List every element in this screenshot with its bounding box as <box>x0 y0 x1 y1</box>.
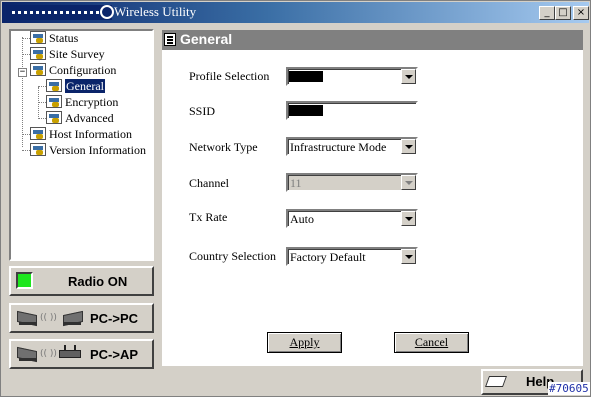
tx-rate-value: Auto <box>290 212 314 226</box>
network-config-icon <box>30 47 46 60</box>
radio-on-label: Radio ON <box>68 274 128 289</box>
tree-item-general[interactable]: General <box>46 79 105 95</box>
tree-item-label: Site Survey <box>49 47 105 61</box>
tree-connector <box>22 134 30 135</box>
close-button[interactable]: × <box>573 6 589 20</box>
tree-item-label: Host Information <box>49 127 132 141</box>
tree-item-encryption[interactable]: Encryption <box>46 95 118 111</box>
network-type-label: Network Type <box>189 140 258 154</box>
tree-item-label: Advanced <box>65 111 114 125</box>
tree-item-configuration[interactable]: Configuration <box>30 63 116 79</box>
tree-item-status[interactable]: Status <box>30 31 78 47</box>
laptop-icon <box>17 347 39 361</box>
country-selection-dropdown[interactable]: Factory Default <box>286 247 418 266</box>
network-type-value: Infrastructure Mode <box>290 140 387 154</box>
document-icon <box>164 33 176 46</box>
tree-item-advanced[interactable]: Advanced <box>46 111 114 127</box>
tree-connector <box>38 102 46 103</box>
maximize-button[interactable]: □ <box>555 6 571 20</box>
ssid-input[interactable] <box>286 101 418 120</box>
tree-item-label: General <box>65 79 105 93</box>
window-title: Wireless Utility <box>114 4 197 19</box>
access-point-icon <box>59 345 81 358</box>
tree-item-label: Status <box>49 31 79 45</box>
masked-ssid-value <box>289 105 323 116</box>
obscured-title-prefix <box>6 5 112 20</box>
chevron-down-icon[interactable] <box>401 69 416 84</box>
profile-selection-label: Profile Selection <box>189 69 270 83</box>
pc-to-pc-button[interactable]: (( )) PC->PC <box>9 303 154 333</box>
figure-id-watermark: #70605 <box>548 382 590 395</box>
title-bar[interactable]: Wireless Utility _ □ × <box>2 2 589 23</box>
panel-header: General <box>162 30 583 50</box>
network-config-icon <box>30 143 46 156</box>
channel-dropdown: 11 <box>286 173 418 192</box>
chevron-down-icon[interactable] <box>401 249 416 264</box>
cancel-label: Cancel <box>414 335 449 349</box>
masked-profile-value <box>289 71 323 82</box>
chevron-down-icon[interactable] <box>401 139 416 154</box>
network-config-icon <box>30 63 46 76</box>
channel-value: 11 <box>290 176 302 190</box>
chevron-down-icon[interactable] <box>401 211 416 226</box>
tree-item-label: Configuration <box>49 63 117 77</box>
tree-item-label: Encryption <box>65 95 119 109</box>
app-logo-icon <box>100 5 114 19</box>
tree-connector <box>22 38 30 39</box>
tree-connector <box>22 54 30 55</box>
pc-to-ap-button[interactable]: (( )) PC->AP <box>9 339 154 369</box>
radio-on-button[interactable]: Radio ON <box>9 266 154 296</box>
tree-connector <box>38 118 46 119</box>
tree-connector <box>38 87 39 119</box>
tx-rate-dropdown[interactable]: Auto <box>286 209 418 228</box>
channel-label: Channel <box>189 176 229 190</box>
wireless-waves-icon: (( )) <box>40 313 57 323</box>
navigation-tree[interactable]: − Status Site Survey Configuration Gener… <box>9 29 154 261</box>
minimize-button[interactable]: _ <box>539 6 555 20</box>
tree-item-host-information[interactable]: Host Information <box>30 127 132 143</box>
tree-item-site-survey[interactable]: Site Survey <box>30 47 105 63</box>
wireless-utility-window: Wireless Utility _ □ × − Status Site Sur… <box>0 0 591 397</box>
general-settings-panel: General Profile Selection SSID Network T… <box>162 30 583 366</box>
network-type-dropdown[interactable]: Infrastructure Mode <box>286 137 418 156</box>
network-config-icon <box>30 127 46 140</box>
apply-label: Apply <box>289 335 320 349</box>
network-config-icon <box>46 111 62 124</box>
configuration-collapse-toggle[interactable]: − <box>18 68 27 77</box>
wireless-waves-icon: (( )) <box>40 349 57 359</box>
network-config-icon <box>46 95 62 108</box>
tree-item-version-information[interactable]: Version Information <box>30 143 146 159</box>
book-icon <box>484 376 508 387</box>
pc-to-ap-label: PC->AP <box>90 347 139 362</box>
ssid-label: SSID <box>189 104 216 118</box>
tree-connector <box>22 150 30 151</box>
apply-button[interactable]: Apply <box>267 332 342 353</box>
laptop-icon <box>17 311 39 325</box>
pc-to-pc-label: PC->PC <box>90 311 139 326</box>
tx-rate-label: Tx Rate <box>189 210 228 224</box>
country-selection-label: Country Selection <box>189 249 276 263</box>
radio-status-led-icon <box>16 272 33 289</box>
laptop-icon <box>61 311 83 325</box>
tree-connector <box>38 86 46 87</box>
country-selection-value: Factory Default <box>290 250 366 264</box>
network-config-icon <box>30 31 46 44</box>
network-config-icon <box>46 79 62 92</box>
cancel-button[interactable]: Cancel <box>394 332 469 353</box>
profile-selection-dropdown[interactable] <box>286 67 418 86</box>
chevron-down-icon <box>401 175 416 190</box>
tree-item-label: Version Information <box>49 143 146 157</box>
panel-title: General <box>180 31 233 47</box>
